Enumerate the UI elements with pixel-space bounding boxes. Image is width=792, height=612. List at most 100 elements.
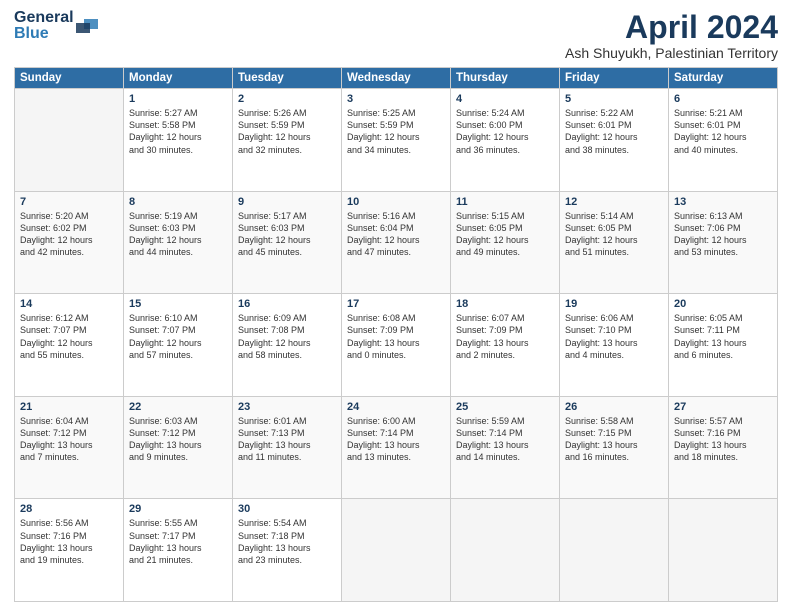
day-cell: 29 Sunrise: 5:55 AM Sunset: 7:17 PM Dayli…	[124, 499, 233, 602]
title-block: April 2024 Ash Shuyukh, Palestinian Terr…	[565, 10, 778, 61]
day-info: Sunrise: 6:00 AM Sunset: 7:14 PM Dayligh…	[347, 415, 445, 464]
day-info: Sunrise: 6:03 AM Sunset: 7:12 PM Dayligh…	[129, 415, 227, 464]
day-number: 8	[129, 196, 227, 208]
day-cell: 19Sunrise: 6:06 AM Sunset: 7:10 PM Dayli…	[560, 294, 669, 397]
day-cell: 21 Sunrise: 6:04 AM Sunset: 7:12 PM Dayli…	[15, 396, 124, 499]
header-cell-saturday: Saturday	[669, 68, 778, 89]
day-info: Sunrise: 5:25 AM Sunset: 5:59 PM Dayligh…	[347, 107, 445, 156]
day-cell: 1Sunrise: 5:27 AM Sunset: 5:58 PM Daylig…	[124, 89, 233, 192]
day-cell: 8 Sunrise: 5:19 AM Sunset: 6:03 PM Daylig…	[124, 191, 233, 294]
day-number: 4	[456, 93, 554, 105]
day-cell	[342, 499, 451, 602]
day-number: 1	[129, 93, 227, 105]
day-number: 5	[565, 93, 663, 105]
day-info: Sunrise: 5:57 AM Sunset: 7:16 PM Dayligh…	[674, 415, 772, 464]
day-info: Sunrise: 6:05 AM Sunset: 7:11 PM Dayligh…	[674, 312, 772, 361]
day-info: Sunrise: 6:04 AM Sunset: 7:12 PM Dayligh…	[20, 415, 118, 464]
day-number: 7	[20, 196, 118, 208]
day-number: 9	[238, 196, 336, 208]
day-cell: 18Sunrise: 6:07 AM Sunset: 7:09 PM Dayli…	[451, 294, 560, 397]
day-info: Sunrise: 5:24 AM Sunset: 6:00 PM Dayligh…	[456, 107, 554, 156]
week-row-1: 1Sunrise: 5:27 AM Sunset: 5:58 PM Daylig…	[15, 89, 778, 192]
day-cell: 2Sunrise: 5:26 AM Sunset: 5:59 PM Daylig…	[233, 89, 342, 192]
day-number: 13	[674, 196, 772, 208]
logo-blue: Blue	[14, 26, 74, 42]
week-row-4: 21 Sunrise: 6:04 AM Sunset: 7:12 PM Dayli…	[15, 396, 778, 499]
week-row-3: 14 Sunrise: 6:12 AM Sunset: 7:07 PM Dayli…	[15, 294, 778, 397]
day-info: Sunrise: 6:10 AM Sunset: 7:07 PM Dayligh…	[129, 312, 227, 361]
day-info: Sunrise: 6:08 AM Sunset: 7:09 PM Dayligh…	[347, 312, 445, 361]
day-number: 20	[674, 298, 772, 310]
day-cell: 5Sunrise: 5:22 AM Sunset: 6:01 PM Daylig…	[560, 89, 669, 192]
day-cell: 9 Sunrise: 5:17 AM Sunset: 6:03 PM Daylig…	[233, 191, 342, 294]
day-info: Sunrise: 5:17 AM Sunset: 6:03 PM Dayligh…	[238, 210, 336, 259]
header: General Blue April 2024 Ash Shuyukh, Pal…	[14, 10, 778, 61]
day-number: 28	[20, 503, 118, 515]
header-cell-monday: Monday	[124, 68, 233, 89]
day-cell: 23Sunrise: 6:01 AM Sunset: 7:13 PM Dayli…	[233, 396, 342, 499]
page: General Blue April 2024 Ash Shuyukh, Pal…	[0, 0, 792, 612]
day-cell: 24 Sunrise: 6:00 AM Sunset: 7:14 PM Dayli…	[342, 396, 451, 499]
day-cell: 11 Sunrise: 5:15 AM Sunset: 6:05 PM Dayli…	[451, 191, 560, 294]
day-cell: 7 Sunrise: 5:20 AM Sunset: 6:02 PM Daylig…	[15, 191, 124, 294]
day-info: Sunrise: 6:09 AM Sunset: 7:08 PM Dayligh…	[238, 312, 336, 361]
day-cell: 25 Sunrise: 5:59 AM Sunset: 7:14 PM Dayli…	[451, 396, 560, 499]
day-info: Sunrise: 6:06 AM Sunset: 7:10 PM Dayligh…	[565, 312, 663, 361]
day-info: Sunrise: 5:20 AM Sunset: 6:02 PM Dayligh…	[20, 210, 118, 259]
day-cell: 16 Sunrise: 6:09 AM Sunset: 7:08 PM Dayli…	[233, 294, 342, 397]
main-title: April 2024	[565, 10, 778, 45]
day-number: 2	[238, 93, 336, 105]
week-row-5: 28Sunrise: 5:56 AM Sunset: 7:16 PM Dayli…	[15, 499, 778, 602]
day-number: 24	[347, 401, 445, 413]
day-info: Sunrise: 5:59 AM Sunset: 7:14 PM Dayligh…	[456, 415, 554, 464]
day-cell: 10Sunrise: 5:16 AM Sunset: 6:04 PM Dayli…	[342, 191, 451, 294]
day-number: 26	[565, 401, 663, 413]
day-number: 17	[347, 298, 445, 310]
day-number: 11	[456, 196, 554, 208]
day-cell	[15, 89, 124, 192]
day-cell: 12Sunrise: 5:14 AM Sunset: 6:05 PM Dayli…	[560, 191, 669, 294]
logo-general: General	[14, 10, 74, 26]
header-cell-sunday: Sunday	[15, 68, 124, 89]
day-number: 23	[238, 401, 336, 413]
day-cell: 14 Sunrise: 6:12 AM Sunset: 7:07 PM Dayli…	[15, 294, 124, 397]
day-number: 25	[456, 401, 554, 413]
calendar-table: SundayMondayTuesdayWednesdayThursdayFrid…	[14, 67, 778, 602]
header-cell-wednesday: Wednesday	[342, 68, 451, 89]
day-info: Sunrise: 6:13 AM Sunset: 7:06 PM Dayligh…	[674, 210, 772, 259]
day-info: Sunrise: 5:21 AM Sunset: 6:01 PM Dayligh…	[674, 107, 772, 156]
day-info: Sunrise: 5:55 AM Sunset: 7:17 PM Dayligh…	[129, 517, 227, 566]
logo: General Blue	[14, 10, 98, 42]
day-cell	[669, 499, 778, 602]
day-number: 6	[674, 93, 772, 105]
day-cell: 30 Sunrise: 5:54 AM Sunset: 7:18 PM Dayli…	[233, 499, 342, 602]
subtitle: Ash Shuyukh, Palestinian Territory	[565, 45, 778, 61]
day-info: Sunrise: 5:15 AM Sunset: 6:05 PM Dayligh…	[456, 210, 554, 259]
day-cell: 28Sunrise: 5:56 AM Sunset: 7:16 PM Dayli…	[15, 499, 124, 602]
day-cell: 15 Sunrise: 6:10 AM Sunset: 7:07 PM Dayli…	[124, 294, 233, 397]
logo-icon	[76, 15, 98, 37]
day-info: Sunrise: 5:54 AM Sunset: 7:18 PM Dayligh…	[238, 517, 336, 566]
day-number: 21	[20, 401, 118, 413]
day-cell: 6 Sunrise: 5:21 AM Sunset: 6:01 PM Daylig…	[669, 89, 778, 192]
day-cell	[451, 499, 560, 602]
day-cell: 17 Sunrise: 6:08 AM Sunset: 7:09 PM Dayli…	[342, 294, 451, 397]
day-number: 29	[129, 503, 227, 515]
week-row-2: 7 Sunrise: 5:20 AM Sunset: 6:02 PM Daylig…	[15, 191, 778, 294]
header-cell-thursday: Thursday	[451, 68, 560, 89]
day-info: Sunrise: 6:12 AM Sunset: 7:07 PM Dayligh…	[20, 312, 118, 361]
day-cell: 13 Sunrise: 6:13 AM Sunset: 7:06 PM Dayli…	[669, 191, 778, 294]
day-cell: 4 Sunrise: 5:24 AM Sunset: 6:00 PM Daylig…	[451, 89, 560, 192]
day-info: Sunrise: 5:19 AM Sunset: 6:03 PM Dayligh…	[129, 210, 227, 259]
day-cell	[560, 499, 669, 602]
day-number: 16	[238, 298, 336, 310]
day-cell: 26Sunrise: 5:58 AM Sunset: 7:15 PM Dayli…	[560, 396, 669, 499]
header-cell-tuesday: Tuesday	[233, 68, 342, 89]
day-number: 3	[347, 93, 445, 105]
header-cell-friday: Friday	[560, 68, 669, 89]
day-number: 14	[20, 298, 118, 310]
day-number: 27	[674, 401, 772, 413]
day-number: 30	[238, 503, 336, 515]
day-number: 15	[129, 298, 227, 310]
day-number: 18	[456, 298, 554, 310]
